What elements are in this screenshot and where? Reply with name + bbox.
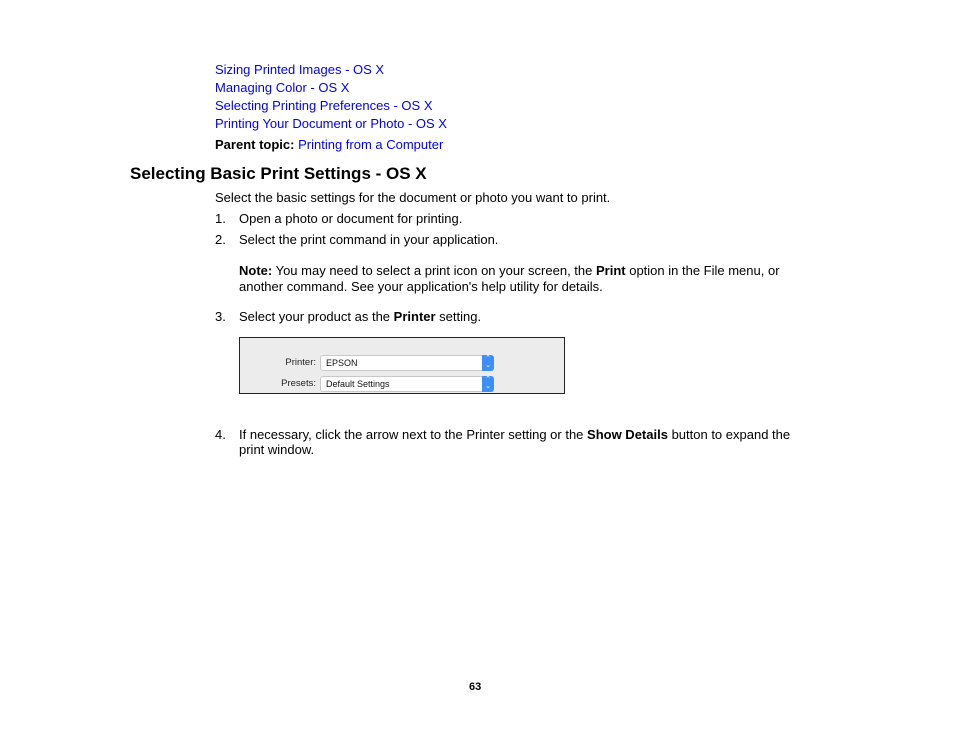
chevron-down-icon: ⌄ xyxy=(485,383,491,390)
intro-text: Select the basic settings for the docume… xyxy=(215,190,611,205)
step-text-bold: Show Details xyxy=(587,427,668,442)
step-text: Open a photo or document for printing. xyxy=(239,211,463,226)
step-number: 3. xyxy=(215,309,226,324)
printer-label: Printer: xyxy=(285,357,316,368)
link-parent-topic[interactable]: Printing from a Computer xyxy=(298,137,443,152)
chevron-up-icon: ⌃ xyxy=(485,376,491,383)
step-number: 4. xyxy=(215,427,226,442)
page-number: 63 xyxy=(469,681,482,693)
presets-row: Presets: Default Settings ⌃ ⌄ xyxy=(240,376,564,392)
link-managing-color[interactable]: Managing Color - OS X xyxy=(215,80,349,96)
step-text-bold: Printer xyxy=(393,309,436,324)
parent-topic: Parent topic: Printing from a Computer xyxy=(215,137,443,153)
link-sizing-printed-images[interactable]: Sizing Printed Images - OS X xyxy=(215,62,384,78)
presets-label: Presets: xyxy=(281,378,316,389)
parent-topic-label: Parent topic: xyxy=(215,137,295,152)
step-text-part: Select your product as the xyxy=(239,309,394,324)
step-text: If necessary, click the arrow next to th… xyxy=(239,427,809,457)
printer-select[interactable]: EPSON ⌃ ⌄ xyxy=(320,355,494,371)
step-number: 2. xyxy=(215,232,226,247)
print-dialog-screenshot: Printer: EPSON ⌃ ⌄ Presets: Default Sett… xyxy=(239,337,565,394)
chevron-up-icon: ⌃ xyxy=(485,355,491,362)
note-label: Note: xyxy=(239,263,273,278)
presets-select[interactable]: Default Settings ⌃ ⌄ xyxy=(320,376,494,392)
stepper-icon: ⌃ ⌄ xyxy=(482,355,494,371)
note-bold: Print xyxy=(595,263,626,278)
link-selecting-printing-preferences[interactable]: Selecting Printing Preferences - OS X xyxy=(215,98,433,114)
step-text-part: If necessary, click the arrow next to th… xyxy=(239,427,588,442)
step-text: Select the print command in your applica… xyxy=(239,232,499,247)
note-text: You may need to select a print icon on y… xyxy=(272,263,596,278)
chevron-down-icon: ⌄ xyxy=(485,362,491,369)
note: Note: You may need to select a print ico… xyxy=(239,263,799,295)
link-printing-your-document[interactable]: Printing Your Document or Photo - OS X xyxy=(215,116,447,132)
section-title: Selecting Basic Print Settings - OS X xyxy=(130,164,427,183)
presets-value: Default Settings xyxy=(326,379,390,389)
printer-row: Printer: EPSON ⌃ ⌄ xyxy=(240,355,564,371)
printer-value: EPSON xyxy=(326,358,358,368)
step-number: 1. xyxy=(215,211,226,226)
stepper-icon: ⌃ ⌄ xyxy=(482,376,494,392)
step-text: Select your product as the Printer setti… xyxy=(239,309,481,325)
step-text-part: setting. xyxy=(435,309,482,324)
